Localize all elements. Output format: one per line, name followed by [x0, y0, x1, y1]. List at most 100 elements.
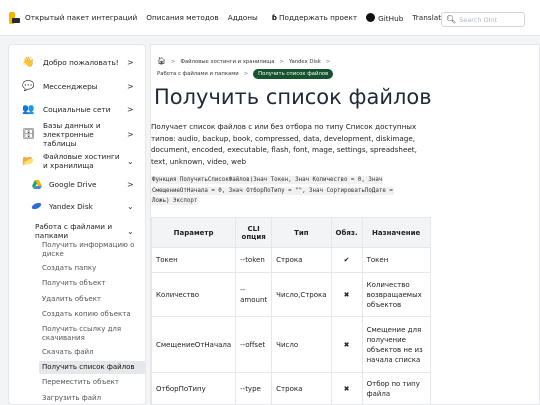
sidebar-item-label: Работа с файлами и папками [35, 222, 113, 240]
chevron-down-icon[interactable]: ⌄ [127, 202, 134, 211]
chevron-right-icon[interactable]: > [127, 130, 134, 139]
signature-line: Ложь) Экспорт [151, 197, 199, 205]
nav-methods[interactable]: Описания методов [146, 13, 218, 22]
breadcrumb-current: Получить список файлов [253, 69, 334, 79]
chevron-down-icon[interactable]: ⌄ [127, 157, 134, 166]
param-cli: --token [235, 247, 273, 273]
param-type: Число,Строка [271, 272, 332, 317]
param-type: Строка [271, 372, 332, 404]
param-type: Число [271, 316, 332, 373]
github-icon [366, 12, 376, 22]
sidebar-item-label: Google Drive [49, 179, 97, 189]
chevron-right-icon[interactable]: > [127, 58, 134, 67]
param-name: СмещениеОтНачала [151, 316, 237, 373]
sidebar-item-welcome[interactable]: 👋 Добро пожаловать! > [9, 55, 145, 69]
sidebar-item-google-drive[interactable]: Google Drive > [9, 177, 145, 191]
param-name: Количество [151, 272, 237, 317]
column-header: CLI опция [235, 217, 273, 248]
param-purpose: Количество возвращаемых объектов [361, 272, 431, 317]
sidebar-item-label: Файловые хостинги и хранилища [43, 152, 120, 170]
breadcrumb-separator: > [170, 59, 176, 65]
folder-icon: 📂 [22, 155, 35, 167]
parameters-table: Параметр CLI опция Тип Обяз. Назначение … [151, 217, 431, 404]
table-row: Количество -- amount Число,Строка ✖ Коли… [151, 272, 431, 317]
nav-github[interactable]: GitHub [366, 12, 404, 23]
param-cli: --offset [235, 316, 273, 373]
brand-link[interactable]: Открытый пакет интеграций [8, 11, 138, 24]
function-signature: Функция ПолучитьСписокФайлов(Знач Токен,… [151, 175, 419, 207]
waving-hand-icon: 👋 [22, 56, 35, 68]
chat-icon: 💬 [22, 80, 35, 92]
param-name: ОтборПоТипу [151, 372, 237, 404]
sidebar-subitem-upload-file[interactable]: Загрузить файл [42, 394, 101, 403]
param-required: ✖ [330, 316, 363, 373]
support-label: Поддержать проект [279, 13, 358, 22]
breadcrumb: 🏠︎ > Файловые хостинги и хранилища > Yandex … [157, 55, 335, 80]
signature-line: СмещениеОтНачала = 0, Знач ОтборПоТипу =… [151, 186, 394, 195]
support-icon: ɓ [271, 13, 278, 22]
search-icon: 🔍︎ [446, 15, 457, 24]
param-required: ✖ [330, 272, 363, 317]
sidebar-item-yandex-disk[interactable]: Yandex Disk ⌄ [9, 199, 145, 213]
sidebar-item-social[interactable]: 👥 Социальные сети > [9, 102, 145, 116]
sidebar-subitem-get-object[interactable]: Получить объект [42, 279, 105, 288]
column-header: Параметр [151, 217, 237, 248]
breadcrumb-separator: > [279, 59, 284, 65]
github-label: GitHub [378, 13, 404, 23]
signature-line: Функция ПолучитьСписокФайлов(Знач Токен,… [151, 176, 384, 184]
breadcrumb-separator: > [325, 59, 331, 65]
people-icon: 👥 [22, 103, 35, 115]
sidebar-item-databases[interactable]: 🗄 Базы данных и электронные таблицы > [9, 121, 145, 148]
google-drive-icon [29, 178, 44, 191]
param-name: Токен [151, 247, 237, 273]
sidebar-subitem-create-folder[interactable]: Создать папку [42, 264, 96, 273]
table-header-row: Параметр CLI опция Тип Обяз. Назначение [151, 217, 431, 248]
column-header: Тип [271, 217, 332, 248]
breadcrumb-files-and-folders[interactable]: Работа с файлами и папками [157, 71, 239, 77]
sidebar-item-label: Добро пожаловать! [43, 57, 119, 67]
sidebar-subitem-disk-info[interactable]: Получить информацию о диске [42, 241, 142, 259]
param-purpose: Отбор по типу файла [361, 372, 431, 404]
brand-title: Открытый пакет интеграций [25, 13, 138, 22]
sidebar-item-label: Базы данных и электронные таблицы [43, 120, 101, 148]
table-row: Токен --token Строка ✔ Токен [151, 247, 431, 273]
chevron-down-icon[interactable]: ⌄ [127, 227, 134, 236]
sidebar-subitem-copy-object[interactable]: Создать копию объекта [42, 310, 131, 319]
sidebar-subitem-download-link[interactable]: Получить ссылку для скачивания [42, 325, 138, 343]
page-description: Получает список файлов с или без отбора … [151, 122, 417, 166]
search-placeholder: Search OInt [459, 15, 498, 24]
param-purpose: Смещение для получение объектов не из на… [361, 316, 431, 373]
home-icon[interactable]: 🏠︎ [157, 57, 166, 65]
table-row: СмещениеОтНачала --offset Число ✖ Смещен… [151, 316, 431, 373]
chevron-right-icon[interactable]: > [127, 180, 134, 189]
nav-addons[interactable]: Аддоны [228, 13, 258, 22]
param-required: ✖ [330, 372, 363, 404]
breadcrumb-separator: > [243, 71, 249, 77]
param-cli: -- amount [235, 272, 273, 317]
sidebar-item-label: Yandex Disk [49, 201, 93, 211]
yandex-disk-icon [29, 200, 44, 213]
table-row: ОтборПоТипу --type Строка ✖ Отбор по тип… [151, 372, 431, 404]
column-header: Назначение [361, 217, 431, 248]
page-title: Получить список файлов [154, 85, 432, 109]
chevron-right-icon[interactable]: > [127, 105, 134, 114]
sidebar-subitem-move-object[interactable]: Переместить объект [42, 378, 119, 387]
sidebar-subitem-download-file[interactable]: Скачать файл [42, 348, 94, 357]
database-icon: 🗄 [22, 128, 35, 140]
sidebar-item-files-and-folders[interactable]: Работа с файлами и папками ⌄ [9, 221, 145, 241]
sidebar-item-file-hosting[interactable]: 📂 Файловые хостинги и хранилища ⌄ [9, 151, 145, 171]
sidebar-subitem-list-files[interactable]: Получить список файлов [39, 361, 145, 374]
sidebar-item-label: Социальные сети [43, 104, 111, 114]
sidebar-item-messengers[interactable]: 💬 Мессенджеры > [9, 79, 145, 93]
chevron-right-icon[interactable]: > [127, 82, 134, 91]
param-required: ✔ [330, 247, 363, 273]
column-header: Обяз. [330, 217, 363, 248]
sidebar: 👋 Добро пожаловать! > 💬 Мессенджеры > 👥 … [8, 44, 146, 405]
breadcrumb-yandex-disk[interactable]: Yandex Disk [289, 59, 321, 65]
search-input[interactable]: 🔍︎ Search OInt [441, 12, 525, 27]
param-cli: --type [235, 372, 273, 404]
sidebar-subitem-delete-object[interactable]: Удалить объект [42, 295, 101, 304]
breadcrumb-file-hosting[interactable]: Файловые хостинги и хранилища [180, 59, 274, 65]
nav-support[interactable]: ɓ Поддержать проект [272, 13, 357, 22]
logo-icon [8, 11, 20, 24]
